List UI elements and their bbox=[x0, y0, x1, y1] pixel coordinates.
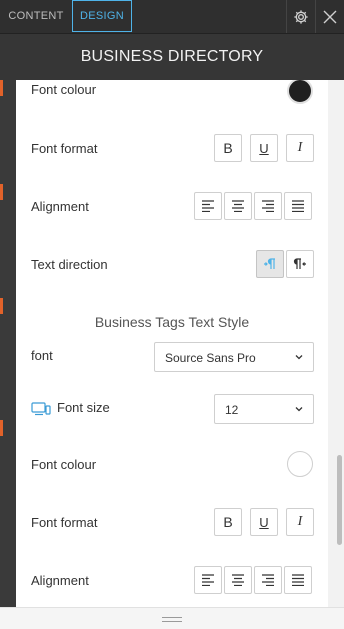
settings-button[interactable] bbox=[286, 0, 314, 33]
underline-button[interactable]: U bbox=[250, 508, 278, 536]
section-title: Business Tags Text Style bbox=[94, 314, 250, 330]
bold-button[interactable]: B bbox=[214, 508, 242, 536]
align-center-button[interactable] bbox=[224, 192, 252, 220]
font-label: font bbox=[31, 348, 53, 363]
align-right-button[interactable] bbox=[254, 192, 282, 220]
align-right-icon bbox=[262, 574, 274, 586]
align-justify-icon bbox=[292, 200, 304, 212]
tab-content[interactable]: CONTENT bbox=[0, 0, 72, 33]
orange-marker bbox=[0, 420, 3, 436]
font-size-label: Font size bbox=[57, 400, 110, 415]
align-right-button[interactable] bbox=[254, 566, 282, 594]
align-justify-icon bbox=[292, 574, 304, 586]
align-center-button[interactable] bbox=[224, 566, 252, 594]
font-colour-label: Font colour bbox=[31, 457, 97, 472]
alignment-label: Alignment bbox=[31, 199, 89, 214]
font-colour-label: Font colour bbox=[31, 82, 97, 97]
align-justify-button[interactable] bbox=[284, 566, 312, 594]
chevron-down-icon bbox=[295, 407, 303, 412]
align-left-button[interactable] bbox=[194, 192, 222, 220]
orange-marker bbox=[0, 80, 3, 96]
font-select[interactable]: Source Sans Pro bbox=[154, 342, 314, 372]
panel-title: BUSINESS DIRECTORY bbox=[0, 34, 344, 80]
align-center-icon bbox=[232, 574, 244, 586]
close-icon bbox=[323, 10, 336, 23]
close-button[interactable] bbox=[315, 0, 343, 33]
bold-button[interactable]: B bbox=[214, 134, 242, 162]
text-direction-label: Text direction bbox=[31, 257, 108, 272]
italic-button[interactable]: I bbox=[286, 134, 314, 162]
font-size-select[interactable]: 12 bbox=[214, 394, 314, 424]
align-right-icon bbox=[262, 200, 274, 212]
gear-icon bbox=[293, 9, 308, 24]
font-size-select-value: 12 bbox=[225, 403, 239, 417]
align-left-icon bbox=[202, 200, 214, 212]
align-center-icon bbox=[232, 200, 244, 212]
rtl-button[interactable] bbox=[286, 250, 314, 278]
orange-marker bbox=[0, 298, 3, 314]
font-colour-swatch[interactable] bbox=[287, 451, 313, 477]
panel-footer bbox=[0, 607, 344, 629]
align-justify-button[interactable] bbox=[284, 192, 312, 220]
font-colour-swatch[interactable] bbox=[287, 80, 313, 104]
underline-button[interactable]: U bbox=[250, 134, 278, 162]
align-left-button[interactable] bbox=[194, 566, 222, 594]
italic-button[interactable]: I bbox=[286, 508, 314, 536]
font-format-label: Font format bbox=[31, 141, 98, 156]
ltr-icon bbox=[264, 258, 275, 269]
alignment-label: Alignment bbox=[31, 573, 89, 588]
font-format-label: Font format bbox=[31, 515, 98, 530]
scrollbar-thumb[interactable] bbox=[337, 455, 342, 545]
tab-design[interactable]: DESIGN bbox=[72, 0, 132, 32]
design-panel: Font colour Font format B U I Alignment … bbox=[16, 80, 328, 607]
left-strip bbox=[0, 80, 16, 609]
font-select-value: Source Sans Pro bbox=[165, 351, 256, 365]
align-left-icon bbox=[202, 574, 214, 586]
chevron-down-icon bbox=[295, 355, 303, 360]
rtl-icon bbox=[293, 258, 306, 269]
devices-icon[interactable] bbox=[31, 402, 51, 416]
top-bar: CONTENT DESIGN bbox=[0, 0, 344, 34]
ltr-button[interactable] bbox=[256, 250, 284, 278]
orange-marker bbox=[0, 184, 3, 200]
resize-grip-icon[interactable] bbox=[162, 617, 182, 622]
